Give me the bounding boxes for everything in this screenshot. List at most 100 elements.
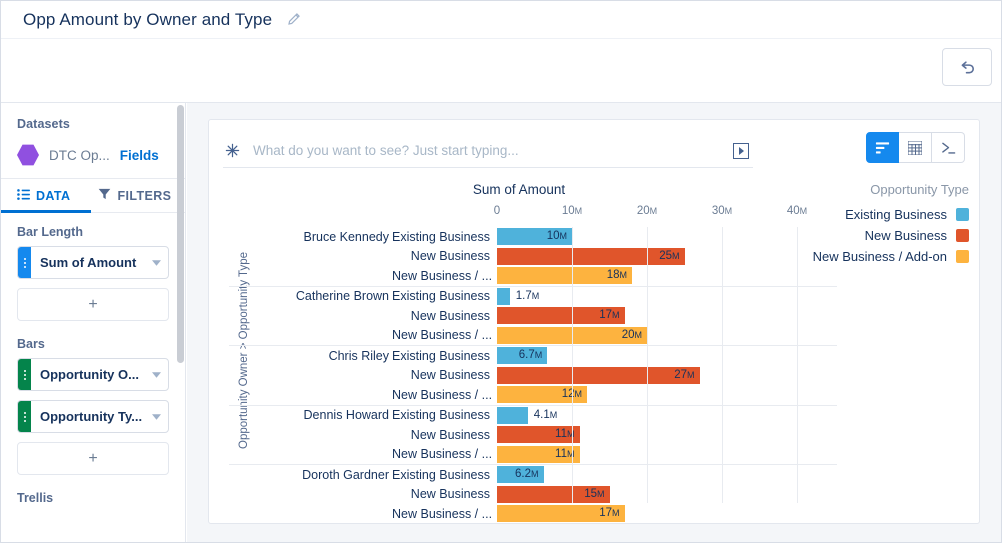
bar[interactable]: 15M — [497, 485, 610, 503]
undo-arrow-icon — [961, 60, 974, 74]
bar-chart-icon — [875, 141, 890, 154]
search-input[interactable] — [251, 142, 733, 159]
bar[interactable]: 6.7M — [497, 347, 548, 364]
bar-row[interactable]: New Business 25M — [229, 247, 837, 267]
analytics-lens-window: Opp Amount by Owner and Type Datasets DT… — [0, 0, 1002, 543]
chevron-down-icon[interactable] — [144, 259, 168, 266]
hexagon-dataset-icon — [17, 144, 39, 166]
bar[interactable]: 11M — [497, 445, 580, 463]
bar[interactable]: 17M — [497, 505, 625, 522]
type-label: New Business / ... — [392, 506, 493, 521]
section-bars: Bars Opportunity O... Opportunity Ty... — [17, 337, 169, 475]
bar-row[interactable]: Dennis Howard Existing Business 4.1M — [229, 406, 837, 426]
tab-filters-label: FILTERS — [117, 188, 172, 203]
bar[interactable]: 18M — [497, 267, 632, 284]
drag-handle-icon[interactable] — [18, 359, 31, 390]
owner-group: Chris Riley Existing Business 6.7M New Busi… — [229, 345, 837, 405]
type-label: New Business / ... — [392, 268, 493, 283]
x-axis-tick-label: 20M — [636, 205, 658, 217]
grid-table-icon — [908, 140, 922, 155]
x-axis-tick-label: 0 — [493, 205, 501, 217]
owner-group: Catherine Brown Existing Business 1.7M New … — [229, 285, 837, 346]
sparkle-icon — [223, 143, 241, 158]
list-icon — [17, 188, 30, 203]
bar-value-label: 17M — [599, 507, 620, 519]
undo-button[interactable] — [942, 48, 992, 86]
bar-row[interactable]: New Business 11M — [229, 425, 837, 445]
x-axis-ticks: 0 10M 20M 30M 40M — [229, 205, 837, 225]
bar[interactable]: 6.2M — [497, 466, 544, 483]
pill-opportunity-owner[interactable]: Opportunity O... — [17, 358, 169, 391]
datasets-section: Datasets DTC Op... Fields — [1, 103, 185, 174]
fields-link[interactable]: Fields — [120, 148, 159, 163]
view-toggle-group — [866, 132, 965, 163]
type-label: New Business / ... — [392, 387, 493, 402]
type-label: New Business — [410, 427, 490, 442]
bars-label: Bars — [17, 337, 45, 351]
bar-wrapper: 25M — [497, 247, 827, 265]
tab-filters[interactable]: FILTERS — [98, 179, 171, 213]
bar[interactable]: 1.7M — [497, 287, 539, 305]
bar-row[interactable]: New Business / ... 12M — [229, 385, 837, 405]
chevron-down-icon[interactable] — [144, 413, 168, 420]
x-axis-tick-label: 30M — [711, 205, 733, 217]
tab-data[interactable]: DATA — [17, 179, 70, 213]
bar-row[interactable]: New Business / ... 20M — [229, 326, 837, 346]
add-bars-button[interactable]: + — [17, 442, 169, 475]
page-title: Opp Amount by Owner and Type — [23, 9, 273, 29]
query-view-button[interactable] — [932, 132, 965, 163]
bar-row[interactable]: New Business / ... 17M — [229, 504, 837, 524]
bar-row[interactable]: Chris Riley Existing Business 6.7M — [229, 346, 837, 366]
bar-row[interactable]: Catherine Brown Existing Business 1.7M — [229, 287, 837, 307]
pill-label: Opportunity Ty... — [40, 409, 143, 424]
pill-opportunity-type[interactable]: Opportunity Ty... — [17, 400, 169, 433]
bar-row[interactable]: New Business 17M — [229, 306, 837, 326]
bar-value-label: 20M — [621, 328, 642, 341]
bar-value-label: 6.7M — [518, 349, 543, 361]
drag-handle-icon[interactable] — [18, 247, 31, 278]
sidebar-tabs: DATA FILTERS — [1, 179, 185, 213]
owner-group: Bruce Kennedy Existing Business 10M New Bus… — [229, 227, 837, 286]
plot-area: Opportunity Owner > Opportunity Type 0 10… — [229, 205, 837, 522]
type-label: New Business — [410, 368, 490, 383]
x-axis-tick-label: 40M — [786, 205, 808, 217]
bar-row[interactable]: New Business / ... 11M — [229, 445, 837, 465]
chevron-down-icon[interactable] — [144, 371, 168, 378]
dataset-row[interactable]: DTC Op... Fields — [17, 144, 169, 166]
bar[interactable]: 10M — [497, 228, 572, 245]
bar[interactable]: 4.1M — [497, 406, 557, 424]
type-label: Existing Business — [392, 289, 490, 304]
gridline — [647, 227, 648, 503]
sidebar-body: Bar Length Sum of Amount + Bars Opportun… — [1, 213, 185, 505]
bar-row[interactable]: New Business 15M — [229, 485, 837, 505]
run-play-icon[interactable] — [733, 142, 749, 159]
bar[interactable]: 12M — [497, 386, 587, 403]
drag-handle-icon[interactable] — [18, 401, 31, 432]
bar-row[interactable]: Doroth Gardner Existing Business 6.2M — [229, 465, 837, 485]
bar-row[interactable]: New Business 27M — [229, 366, 837, 386]
legend-color-swatch — [956, 208, 969, 221]
bar-row[interactable]: Bruce Kennedy Existing Business 10M — [229, 227, 837, 247]
chart-card: Sum of Amount Opportunity Type Existing … — [208, 119, 980, 524]
bar-value-label: 10M — [546, 230, 567, 242]
chart-view-button[interactable] — [866, 132, 899, 163]
pill-sum-of-amount[interactable]: Sum of Amount — [17, 246, 169, 279]
pencil-icon[interactable] — [285, 12, 301, 28]
bar[interactable]: 17M — [497, 307, 625, 324]
bar[interactable]: 11M — [497, 426, 580, 443]
bar-row[interactable]: New Business / ... 18M — [229, 266, 837, 286]
table-view-button[interactable] — [899, 132, 932, 163]
bar-wrapper: 11M — [497, 426, 827, 443]
type-label: New Business — [410, 487, 490, 502]
bar[interactable]: 25M — [497, 247, 685, 265]
bar-value-label: 25M — [659, 249, 680, 262]
pill-label: Sum of Amount — [40, 255, 137, 270]
add-bar-length-button[interactable]: + — [17, 288, 169, 321]
sidebar-scrollbar[interactable] — [177, 105, 184, 363]
type-label: Existing Business — [392, 348, 490, 363]
bar[interactable]: 27M — [497, 366, 700, 384]
bar-value-label: 27M — [674, 368, 695, 381]
type-label: Existing Business — [392, 408, 490, 423]
owner-label: Dennis Howard — [303, 408, 389, 423]
gridline — [722, 227, 723, 503]
